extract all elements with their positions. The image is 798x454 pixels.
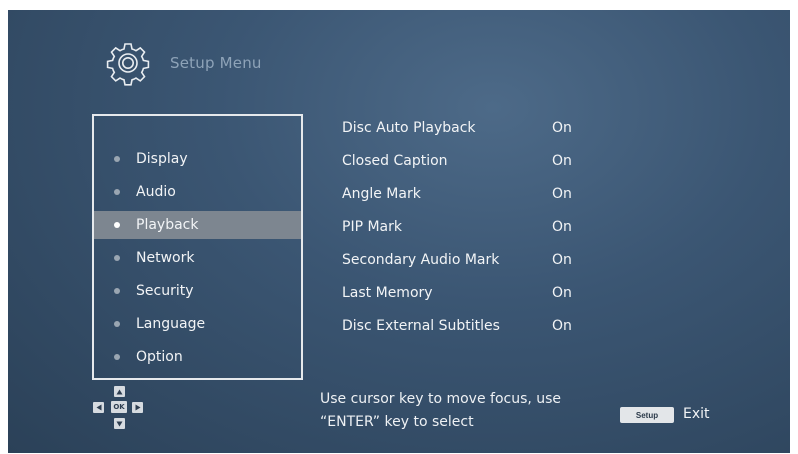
arrow-down-icon <box>114 418 125 429</box>
setting-name: Disc Auto Playback <box>342 120 476 136</box>
menu-item-label: Display <box>136 151 188 167</box>
bullet-icon <box>114 354 120 360</box>
menu-item-label: Language <box>136 316 206 332</box>
setting-name: Angle Mark <box>342 186 421 202</box>
setting-value: On <box>552 285 572 301</box>
menu-item-language[interactable]: Language <box>94 310 301 338</box>
bullet-icon <box>114 156 120 162</box>
menu-item-option[interactable]: Option <box>94 343 301 371</box>
setting-last-memory[interactable]: Last Memory On <box>342 279 602 307</box>
dpad-icon: OK <box>90 386 160 436</box>
setting-value: On <box>552 153 572 169</box>
arrow-left-icon <box>93 402 104 413</box>
setting-disc-auto-playback[interactable]: Disc Auto Playback On <box>342 114 602 142</box>
setting-secondary-audio-mark[interactable]: Secondary Audio Mark On <box>342 246 602 274</box>
help-text: Use cursor key to move focus, use “ENTER… <box>320 388 561 434</box>
ok-key: OK <box>111 401 127 413</box>
setting-name: Last Memory <box>342 285 433 301</box>
menu-item-security[interactable]: Security <box>94 277 301 305</box>
setting-value: On <box>552 318 572 334</box>
setting-value: On <box>552 186 572 202</box>
gear-icon <box>106 43 150 86</box>
setting-angle-mark[interactable]: Angle Mark On <box>342 180 602 208</box>
setting-name: PIP Mark <box>342 219 402 235</box>
setting-name: Disc External Subtitles <box>342 318 500 334</box>
setting-value: On <box>552 120 572 136</box>
setting-pip-mark[interactable]: PIP Mark On <box>342 213 602 241</box>
arrow-right-icon <box>132 402 143 413</box>
setting-value: On <box>552 219 572 235</box>
header: Setup Menu <box>104 38 262 88</box>
help-line-1: Use cursor key to move focus, use <box>320 391 562 407</box>
setting-name: Secondary Audio Mark <box>342 252 500 268</box>
bullet-icon <box>114 321 120 327</box>
bullet-icon <box>114 189 120 195</box>
category-menu: Display Audio Playback Network Security … <box>92 114 303 380</box>
setup-screen: Setup Menu Display Audio Playback Networ… <box>8 10 790 453</box>
menu-item-label: Playback <box>136 217 199 233</box>
menu-item-playback[interactable]: Playback <box>94 211 301 239</box>
menu-item-label: Security <box>136 283 194 299</box>
setting-name: Closed Caption <box>342 153 448 169</box>
menu-item-label: Network <box>136 250 195 266</box>
menu-item-network[interactable]: Network <box>94 244 301 272</box>
setup-key[interactable]: Setup <box>620 407 674 423</box>
help-line-2: “ENTER” key to select <box>320 414 474 430</box>
page-title: Setup Menu <box>170 54 262 72</box>
setting-closed-caption[interactable]: Closed Caption On <box>342 147 602 175</box>
setting-value: On <box>552 252 572 268</box>
menu-item-label: Audio <box>136 184 176 200</box>
menu-item-display[interactable]: Display <box>94 145 301 173</box>
exit-label: Exit <box>683 406 710 422</box>
setting-disc-external-subtitles[interactable]: Disc External Subtitles On <box>342 312 602 340</box>
arrow-up-icon <box>114 386 125 397</box>
menu-item-label: Option <box>136 349 183 365</box>
menu-item-audio[interactable]: Audio <box>94 178 301 206</box>
bullet-icon <box>114 255 120 261</box>
bullet-icon <box>114 222 120 228</box>
bullet-icon <box>114 288 120 294</box>
